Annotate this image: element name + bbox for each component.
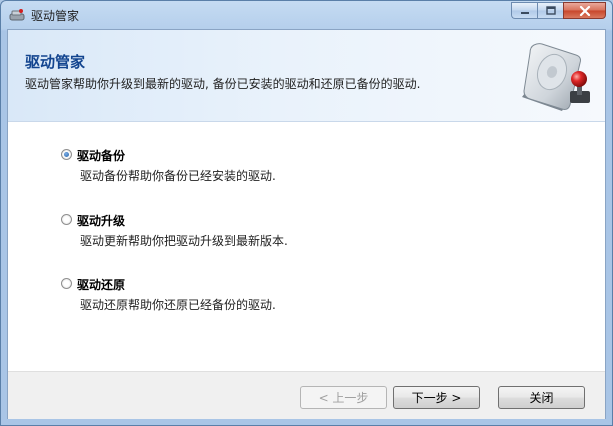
minimize-icon [520, 11, 529, 14]
client-area: 驱动管家 驱动管家帮助你升级到最新的驱动, 备份已安装的驱动和还原已备份的驱动. [7, 29, 606, 419]
hard-drive-icon [522, 43, 590, 111]
wizard-footer: < 上一步 下一步 > 关闭 [8, 371, 605, 419]
radio-button-icon[interactable] [61, 214, 72, 225]
caption-buttons [511, 2, 606, 21]
header-title: 驱动管家 [25, 53, 86, 71]
radio-button-icon[interactable] [61, 278, 72, 289]
option-description: 驱动还原帮助你还原已经备份的驱动. [80, 298, 276, 312]
minimize-button[interactable] [511, 2, 537, 19]
radio-button-icon[interactable] [61, 149, 72, 160]
header-subtitle: 驱动管家帮助你升级到最新的驱动, 备份已安装的驱动和还原已备份的驱动. [25, 77, 421, 91]
close-button[interactable]: 关闭 [498, 386, 585, 409]
dialog-window: 驱动管家 驱动管家 驱动管家帮助你升级到最新的驱动, 备份已安装的驱动和还原已备… [0, 0, 613, 426]
maximize-button[interactable] [537, 2, 563, 19]
back-button[interactable]: < 上一步 [300, 386, 387, 409]
close-icon [579, 5, 590, 16]
next-button[interactable]: 下一步 > [393, 386, 480, 409]
window-title: 驱动管家 [31, 9, 80, 23]
option-description: 驱动更新帮助你把驱动升级到最新版本. [80, 234, 288, 248]
title-bar[interactable]: 驱动管家 [1, 1, 612, 29]
wizard-header: 驱动管家 驱动管家帮助你升级到最新的驱动, 备份已安装的驱动和还原已备份的驱动. [8, 30, 605, 122]
option-description: 驱动备份帮助你备份已经安装的驱动. [80, 169, 276, 183]
option-label[interactable]: 驱动备份 [77, 147, 125, 164]
close-window-button[interactable] [563, 2, 606, 19]
app-icon [9, 9, 25, 21]
maximize-icon [545, 6, 556, 15]
option-label[interactable]: 驱动升级 [77, 212, 125, 229]
option-label[interactable]: 驱动还原 [77, 276, 125, 293]
